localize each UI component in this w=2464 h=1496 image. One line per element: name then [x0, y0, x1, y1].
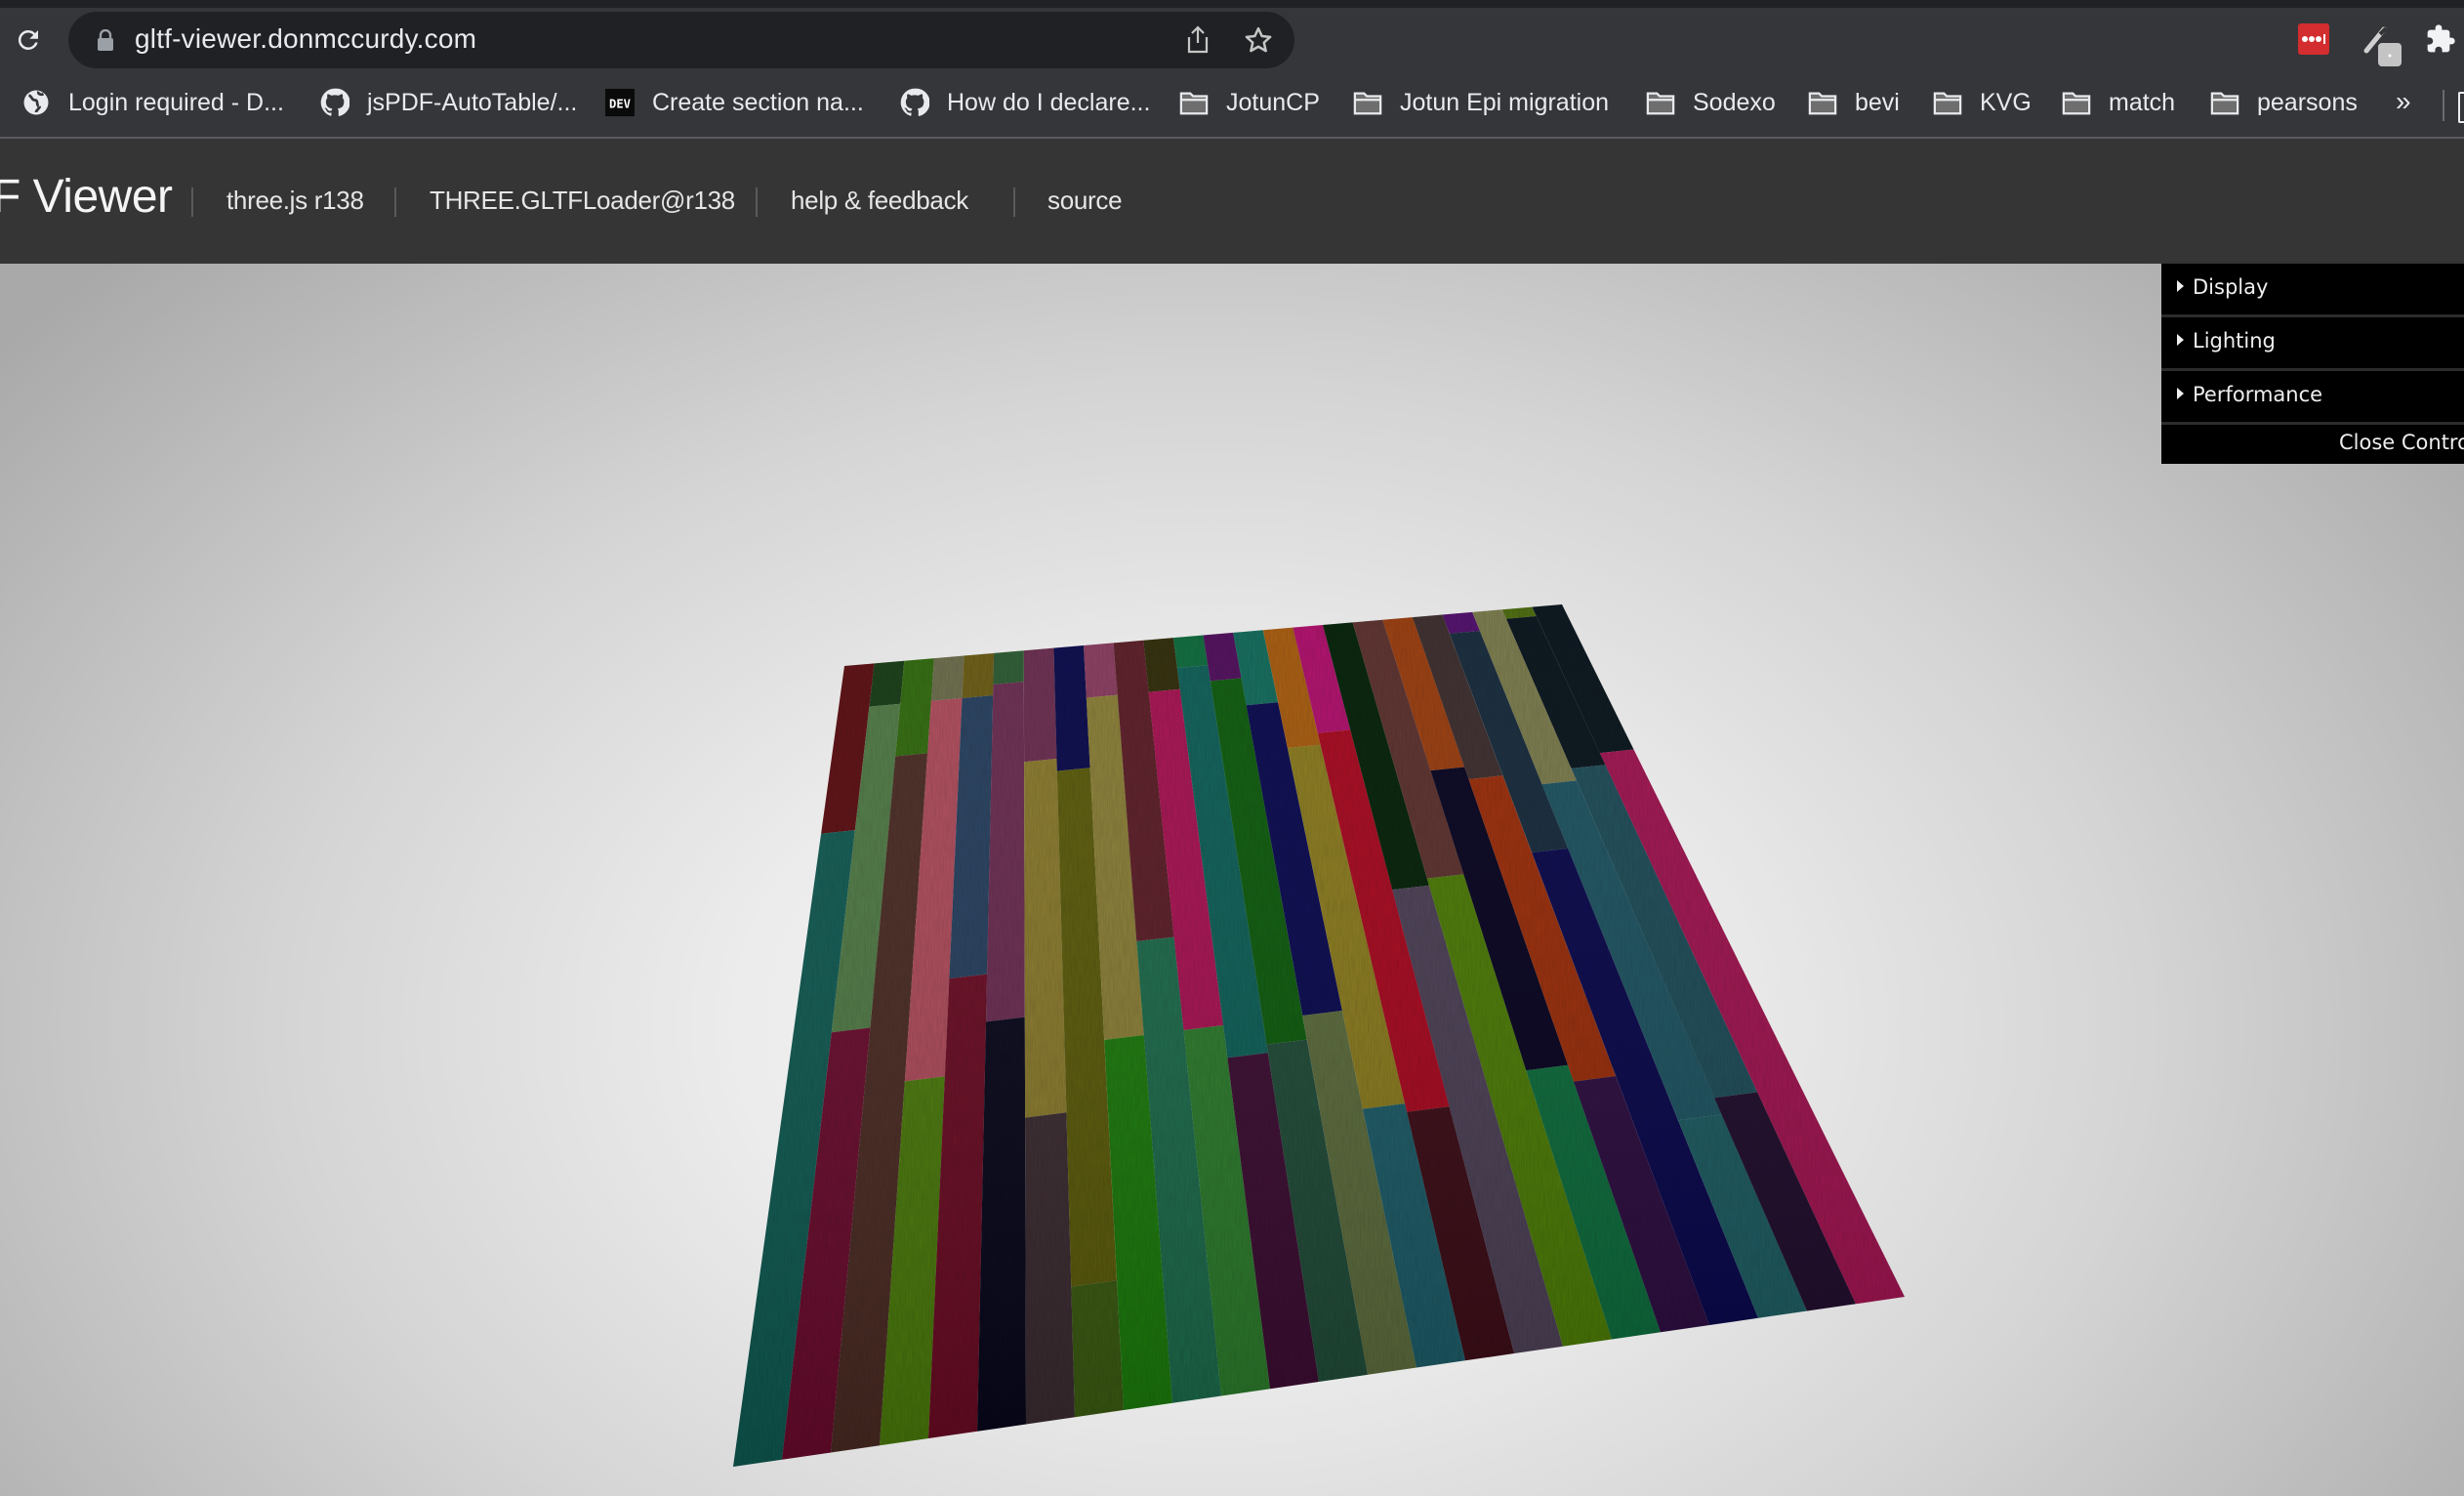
rug-shading [733, 604, 1905, 1467]
gui-folder-label: Performance [2193, 383, 2323, 406]
rug-model[interactable] [0, 0, 2464, 1496]
gui-folder-lighting[interactable]: Lighting [2161, 317, 2464, 371]
caret-right-icon [2177, 280, 2184, 292]
gui-folder-label: Display [2193, 275, 2269, 299]
gui-folder-label: Lighting [2193, 329, 2276, 353]
caret-right-icon [2177, 388, 2184, 399]
gui-folder-display[interactable]: Display [2161, 264, 2464, 317]
caret-right-icon [2177, 334, 2184, 346]
close-controls-label: Close Controls [2339, 431, 2464, 454]
controls-panel: Display Lighting Performance Close Contr… [2161, 264, 2464, 464]
gui-folder-performance[interactable]: Performance [2161, 371, 2464, 425]
close-controls-button[interactable]: Close Controls [2161, 425, 2464, 464]
